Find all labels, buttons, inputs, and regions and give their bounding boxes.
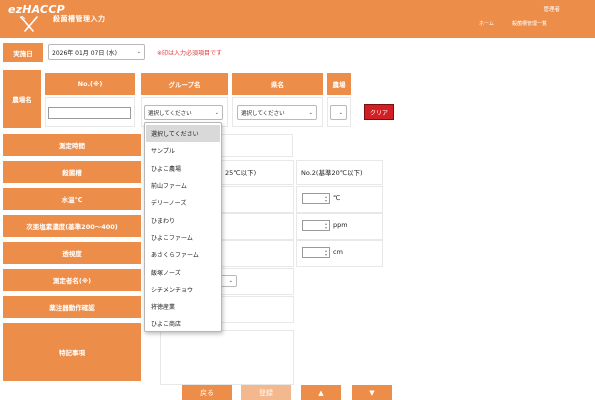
chevron-down-icon: ⌄: [214, 109, 219, 116]
dropdown-option[interactable]: 前山ファーム: [146, 177, 220, 194]
row-sprayer-label: 薬注器動作確認: [3, 296, 141, 318]
stepper-icon[interactable]: ▴ ▾: [325, 195, 327, 203]
required-note: ※印は入力必須項目です: [157, 50, 223, 57]
nav-list-link[interactable]: 殺菌槽管理一覧: [512, 20, 547, 27]
back-button[interactable]: 戻る: [182, 385, 232, 400]
dropdown-option[interactable]: サンプル: [146, 142, 220, 159]
date-value: 2026年 01月 07日 (水): [52, 49, 117, 57]
row-tank-label: 殺菌槽: [3, 161, 141, 183]
dropdown-option[interactable]: 選択してください: [146, 125, 220, 143]
dropdown-option[interactable]: ひまわり: [146, 212, 220, 229]
date-label: 実施日: [3, 43, 43, 62]
row-chlorine-label: 次亜塩素濃度(基準200～400): [3, 215, 141, 237]
row-time-label: 測定時間: [3, 134, 141, 156]
transparency-input[interactable]: ▴ ▾: [302, 247, 330, 258]
dropdown-option[interactable]: デリーノーズ: [146, 194, 220, 211]
tank-no1-label: 25℃以下): [225, 169, 257, 177]
water-temp-input[interactable]: ▴ ▾: [302, 193, 330, 204]
unit-ppm: ppm: [333, 221, 348, 229]
scroll-down-button[interactable]: ▼: [352, 385, 392, 400]
group-select-value: 選択してください: [148, 110, 192, 117]
chevron-down-icon: ⌄: [228, 278, 233, 284]
dropdown-option[interactable]: ひよこ商店: [146, 315, 220, 332]
ken-select-value: 選択してください: [241, 110, 285, 117]
no-input[interactable]: [48, 107, 131, 119]
app-header: ezHACCP 殺菌槽管理入力 管理者 ホーム 殺菌槽管理一覧: [0, 0, 595, 38]
register-button[interactable]: 登録: [241, 385, 291, 400]
chlorine-no1-cell: [221, 213, 294, 240]
column-no-header: No.(※): [45, 73, 135, 95]
dropdown-option[interactable]: ひよこファーム: [146, 229, 220, 246]
column-farm-header: 農場: [327, 73, 351, 95]
stepper-icon[interactable]: ▴ ▾: [325, 222, 327, 230]
stepper-icon[interactable]: ▴ ▾: [325, 249, 327, 257]
dropdown-option[interactable]: シチメンチョウ: [146, 281, 220, 298]
farm-select[interactable]: ⌄: [330, 105, 347, 120]
chevron-down-icon: ⌄: [308, 109, 313, 116]
chevron-down-icon: ⌄: [338, 109, 343, 116]
remarks-textarea[interactable]: [160, 330, 294, 385]
row-transparency-label: 透視度: [3, 242, 141, 264]
row-measurer-label: 測定者名(※): [3, 269, 141, 291]
row-remarks-label: 特記事項: [3, 323, 141, 381]
time-cell: [221, 134, 293, 157]
ken-select[interactable]: 選択してください ⌄: [237, 105, 317, 120]
date-select[interactable]: 2026年 01月 07日 (水) ⌄: [48, 44, 145, 60]
page-title: 殺菌槽管理入力: [53, 15, 106, 23]
dropdown-option[interactable]: 将徳産業: [146, 298, 220, 315]
chevron-down-icon: ⌄: [136, 49, 141, 55]
column-ken-header: 県名: [232, 73, 323, 95]
water-temp-no1-cell: [221, 186, 294, 213]
clear-button[interactable]: クリア: [364, 104, 394, 120]
chlorine-input[interactable]: ▴ ▾: [302, 220, 330, 231]
sprayer-cell: [221, 296, 294, 323]
place-label: 農場名: [3, 70, 41, 128]
tank-no2-label: No.2(基準20℃以下): [301, 169, 363, 177]
row-water-temp-label: 水温℃: [3, 188, 141, 210]
unit-temp: ℃: [333, 194, 341, 202]
dropdown-option[interactable]: あさくらファーム: [146, 246, 220, 263]
dropdown-option[interactable]: ひよこ農場: [146, 160, 220, 177]
scroll-up-button[interactable]: ▲: [301, 385, 341, 400]
group-select[interactable]: 選択してください ⌄: [144, 105, 223, 120]
unit-cm: cm: [333, 248, 343, 256]
dropdown-option[interactable]: 飯塚ノーズ: [146, 263, 220, 280]
transparency-no1-cell: [221, 240, 294, 267]
nav-home-link[interactable]: ホーム: [479, 20, 494, 27]
group-dropdown-list[interactable]: 選択してください サンプル ひよこ農場 前山ファーム デリーノーズ ひまわり ひ…: [144, 122, 222, 332]
fork-knife-icon: [19, 16, 38, 32]
admin-label: 管理者: [543, 7, 560, 13]
column-group-header: グループ名: [141, 73, 228, 95]
